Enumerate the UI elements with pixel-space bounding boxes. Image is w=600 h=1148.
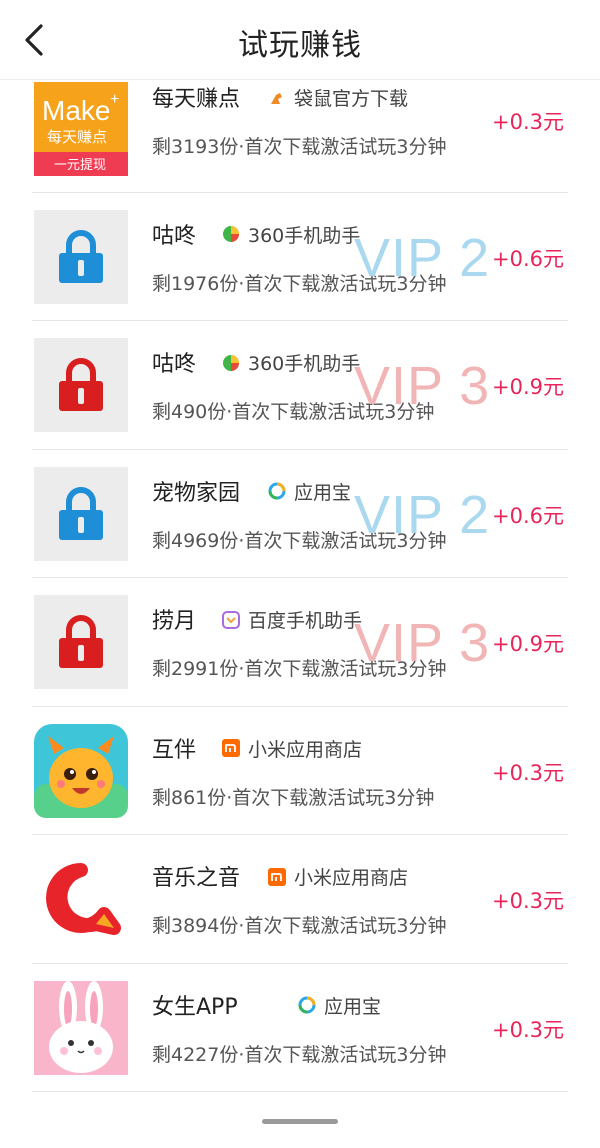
source-label: 应用宝 — [294, 481, 352, 504]
yingyongbao-icon — [298, 996, 316, 1014]
locked-app-icon — [34, 466, 128, 561]
app-name: 咕咚 — [152, 352, 197, 377]
task-item[interactable]: 咕咚 360手机助手 剩1976份·首次下载激活试玩3分钟 VIP 2 +0.6… — [32, 193, 568, 321]
download-source: 应用宝 — [298, 992, 381, 1019]
source-label: 小米应用商店 — [294, 867, 409, 889]
download-source: 袋鼠官方下载 — [268, 84, 408, 111]
task-item[interactable]: Make + 每天赚点 一元提现 每天赚点 袋鼠官方下载 剩3193份·首次下载… — [32, 64, 568, 193]
reward-amount: +0.3元 — [492, 110, 564, 134]
reward-amount: +0.3元 — [492, 760, 564, 785]
task-item[interactable]: 女生APP 应用宝 剩4227份·首次下载激活试玩3分钟 +0.3元 — [32, 964, 568, 1092]
page-title: 试玩赚钱 — [238, 28, 362, 63]
xiaomi-icon — [222, 739, 240, 757]
locked-app-icon — [34, 209, 128, 304]
logo-plus-text: + — [110, 91, 119, 108]
source-label: 百度手机助手 — [248, 610, 363, 632]
source-label: 360手机助手 — [248, 224, 361, 247]
source-label: 袋鼠官方下载 — [294, 88, 409, 110]
task-description: 剩3894份·首次下载激活试玩3分钟 — [152, 915, 447, 937]
app-icon-huban — [34, 723, 128, 818]
app-name: 捞月 — [152, 609, 197, 634]
source-label: 360手机助手 — [248, 353, 361, 375]
360-icon — [222, 225, 240, 243]
source-label: 小米应用商店 — [248, 738, 363, 761]
task-item[interactable]: 音乐之音 小米应用商店 剩3894份·首次下载激活试玩3分钟 +0.3元 — [32, 835, 568, 964]
reward-amount: +0.6元 — [492, 503, 564, 528]
task-item[interactable]: 捞月 百度手机助手 剩2991份·首次下载激活试玩3分钟 VIP 3 +0.9元 — [32, 578, 568, 707]
yingyongbao-icon — [268, 482, 286, 500]
lock-icon — [59, 486, 103, 540]
task-list: Make + 每天赚点 一元提现 每天赚点 袋鼠官方下载 剩3193份·首次下载… — [0, 64, 600, 1092]
vip-level-watermark: VIP 2 — [354, 484, 491, 545]
lock-icon — [59, 358, 103, 411]
app-name: 咕咚 — [152, 223, 197, 249]
download-source: 小米应用商店 — [268, 863, 408, 890]
task-description: 剩3193份·首次下载激活试玩3分钟 — [152, 136, 447, 158]
task-description: 剩4227份·首次下载激活试玩3分钟 — [152, 1043, 447, 1066]
download-source: 百度手机助手 — [222, 606, 362, 633]
logo-line1-text: 每天赚点 — [47, 128, 107, 146]
app-icon-nvshengapp — [34, 980, 128, 1075]
app-name: 音乐之音 — [152, 866, 241, 891]
app-name: 女生APP — [152, 994, 238, 1020]
vip-level-watermark: VIP 3 — [354, 356, 491, 416]
download-source: 360手机助手 — [222, 221, 360, 248]
task-item[interactable]: 宠物家园 应用宝 剩4969份·首次下载激活试玩3分钟 VIP 2 +0.6元 — [32, 450, 568, 578]
reward-amount: +0.9元 — [492, 375, 564, 399]
locked-app-icon — [34, 338, 128, 432]
vip-level-watermark: VIP 3 — [354, 613, 491, 673]
app-icon-meitianzhuandian: Make + 每天赚点 一元提现 — [34, 82, 128, 176]
lock-icon — [59, 229, 103, 283]
lock-icon — [59, 615, 103, 668]
reward-amount: +0.3元 — [492, 889, 564, 913]
reward-amount: +0.3元 — [492, 1017, 564, 1042]
logo-line2-text: 一元提现 — [54, 157, 106, 173]
app-name: 宠物家园 — [152, 480, 241, 506]
source-label: 应用宝 — [324, 995, 382, 1018]
vip-level-watermark: VIP 2 — [354, 227, 491, 288]
download-source: 应用宝 — [268, 478, 351, 505]
xiaomi-icon — [268, 867, 286, 886]
logo-brand-text: Make — [42, 95, 110, 126]
app-name: 互伴 — [152, 737, 197, 763]
baidu-icon — [222, 610, 240, 629]
task-description: 剩861份·首次下载激活试玩3分钟 — [152, 786, 435, 809]
home-indicator[interactable] — [262, 1119, 338, 1124]
app-icon-yinyuezhiyin — [34, 852, 128, 946]
kangaroo-icon — [268, 89, 286, 107]
task-item[interactable]: 咕咚 360手机助手 剩490份·首次下载激活试玩3分钟 VIP 3 +0.9元 — [32, 321, 568, 450]
reward-amount: +0.9元 — [492, 632, 564, 656]
task-item[interactable]: 互伴 小米应用商店 剩861份·首次下载激活试玩3分钟 +0.3元 — [32, 707, 568, 835]
reward-amount: +0.6元 — [492, 246, 564, 271]
360-icon — [222, 354, 240, 372]
app-name: 每天赚点 — [152, 87, 241, 112]
locked-app-icon — [34, 595, 128, 689]
download-source: 360手机助手 — [222, 349, 360, 376]
download-source: 小米应用商店 — [222, 735, 362, 762]
